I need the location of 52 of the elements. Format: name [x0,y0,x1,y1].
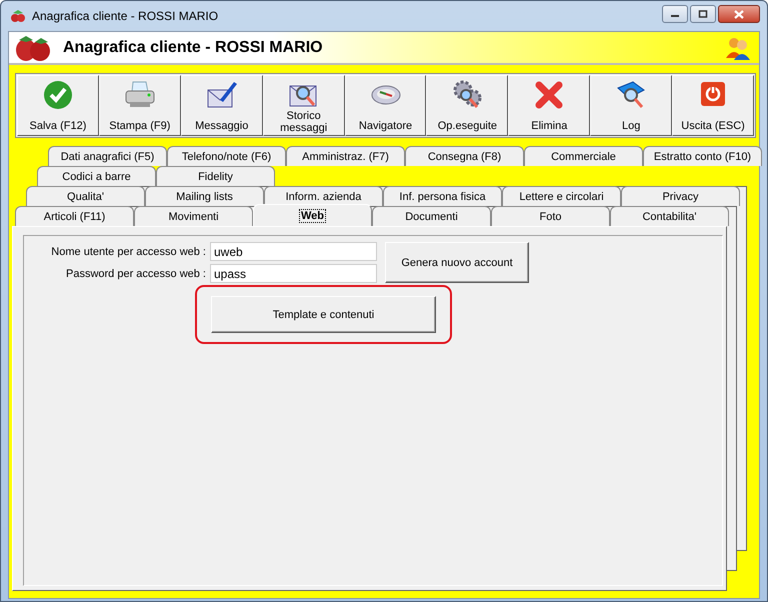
tab[interactable]: Fidelity [156,166,275,186]
field-label: Password per accesso web : [64,268,206,280]
close-icon [733,10,745,18]
strawberry-icon [10,8,26,24]
template-button[interactable]: Template e contenuti [211,296,436,333]
toolbar-button[interactable]: Navigatore [344,75,426,136]
book-magnifier-icon [615,80,648,110]
tab[interactable]: Documenti [372,206,491,226]
toolbar-button[interactable]: Elimina [508,75,590,136]
tab[interactable]: Web [253,204,372,226]
toolbar-button[interactable]: Salva (F12) [17,75,99,136]
tab[interactable]: Inform. azienda [264,186,383,206]
page-title: Anagrafica cliente - ROSSI MARIO [63,38,323,56]
tab[interactable]: Consegna (F8) [405,146,524,166]
minimize-button[interactable] [662,5,688,23]
toolbar-button[interactable]: Messaggio [180,75,263,136]
tab[interactable]: Estratto conto (F10) [643,146,762,166]
printer-icon [124,80,156,110]
tab[interactable]: Qualita' [26,186,145,206]
tab[interactable]: Dati anagrafici (F5) [48,146,167,166]
tab[interactable]: Codici a barre [37,166,156,186]
toolbar-button[interactable]: Log [590,75,672,136]
tab[interactable]: Movimenti [134,206,253,226]
tab[interactable]: Articoli (F11) [15,206,134,226]
gears-magnifier-icon [451,80,484,110]
window-title: Anagrafica cliente - ROSSI MARIO [32,9,218,23]
generate-account-button[interactable]: Genera nuovo account [385,242,529,283]
maximize-button[interactable] [690,5,716,23]
input-field[interactable]: uweb [210,242,377,261]
toolbar-button[interactable]: Storico messaggi [262,75,345,136]
toolbar-button[interactable]: Stampa (F9) [98,75,181,136]
tab[interactable]: Foto [491,206,610,226]
tab[interactable]: Lettere e circolari [502,186,621,206]
toolbar-button[interactable]: Uscita (ESC) [672,75,754,136]
tab[interactable]: Contabilita' [610,206,729,226]
close-button[interactable] [718,5,760,23]
tab[interactable]: Telefono/note (F6) [167,146,286,166]
delete-icon [534,80,564,110]
tab[interactable]: Amministraz. (F7) [286,146,405,166]
envelope-pen-icon [206,80,238,110]
tab[interactable]: Inf. persona fisica [383,186,502,206]
strawberry-icon [13,34,53,62]
tab[interactable]: Privacy [621,186,740,206]
field-label: Nome utente per accesso web : [50,246,206,258]
tab[interactable]: Commerciale [524,146,643,166]
users-icon [725,36,751,60]
checkmark-icon [42,80,73,110]
input-field[interactable]: upass [210,264,377,283]
power-icon [699,80,728,108]
toolbar-button[interactable]: Op.eseguite [426,75,508,136]
tab[interactable]: Mailing lists [145,186,264,206]
maximize-icon [698,10,708,18]
